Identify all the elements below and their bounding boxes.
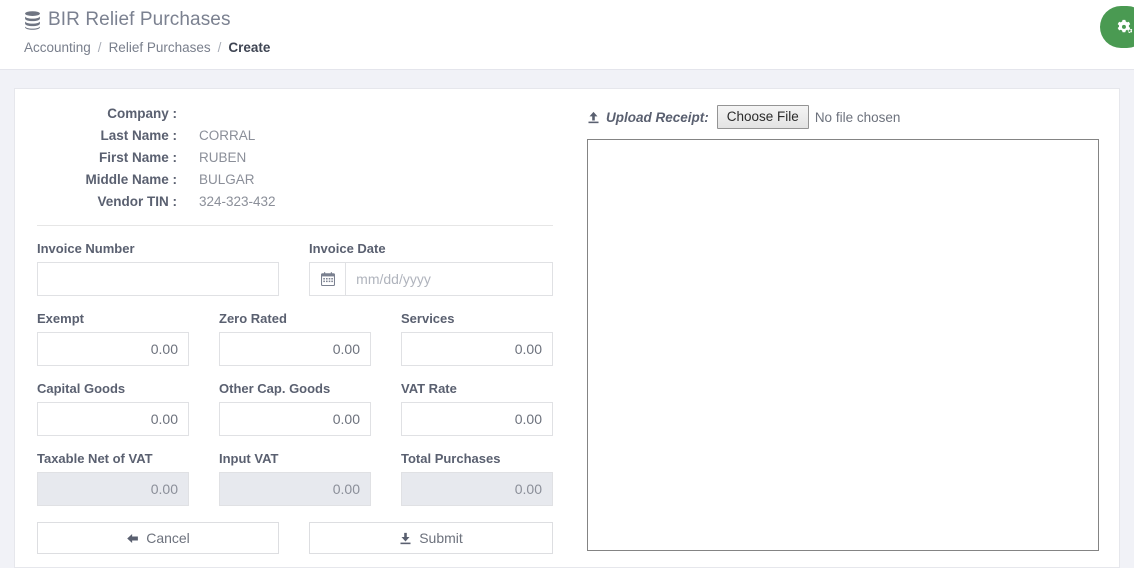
invoice-number-label: Invoice Number [37, 241, 135, 256]
vat-rate-label: VAT Rate [401, 381, 457, 396]
other-cap-goods-field: Other Cap. Goods [219, 381, 371, 436]
total-purchases-input [401, 472, 553, 506]
services-label: Services [401, 311, 455, 326]
vendor-middle-name-label: Middle Name : [85, 172, 177, 187]
invoice-number-field: Invoice Number [37, 241, 279, 296]
form-actions: Cancel Submit [37, 522, 567, 554]
vat-rate-input[interactable] [401, 402, 553, 436]
breadcrumb-item-accounting[interactable]: Accounting [24, 40, 91, 55]
file-chosen-status: No file chosen [814, 109, 901, 125]
capital-goods-field: Capital Goods [37, 381, 189, 436]
invoice-date-field: Invoice Date [309, 241, 553, 296]
input-vat-field: Input VAT [219, 451, 371, 506]
page-title: BIR Relief Purchases [48, 9, 231, 30]
upload-icon [588, 111, 599, 123]
zero-rated-input[interactable] [219, 332, 371, 366]
breadcrumb-separator: / [217, 40, 222, 55]
vendor-tin-label: Vendor TIN : [97, 194, 177, 209]
choose-file-button[interactable]: Choose File [716, 105, 809, 129]
zero-rated-field: Zero Rated [219, 311, 371, 366]
vendor-first-name-label: First Name : [98, 150, 177, 165]
database-icon [25, 10, 40, 30]
other-cap-goods-label: Other Cap. Goods [219, 381, 331, 396]
totals-row: Taxable Net of VAT Input VAT Total Purch… [37, 451, 567, 506]
calendar-icon-button[interactable] [309, 262, 346, 296]
download-icon [400, 532, 411, 544]
amounts-row-1: Exempt Zero Rated Services [37, 311, 567, 366]
vendor-info-row: Middle Name : BULGAR [37, 169, 276, 191]
breadcrumb-item-create: Create [228, 40, 271, 55]
breadcrumb: Accounting / Relief Purchases / Create [24, 40, 1134, 55]
taxable-net-of-vat-label: Taxable Net of VAT [37, 451, 153, 466]
zero-rated-label: Zero Rated [219, 311, 287, 326]
vendor-last-name-label: Last Name : [100, 128, 177, 143]
capital-goods-label: Capital Goods [37, 381, 126, 396]
vendor-info-row: Company : [37, 103, 276, 125]
input-vat-input [219, 472, 371, 506]
vendor-company-label: Company : [107, 106, 177, 121]
invoice-row: Invoice Number Invoice Date [37, 241, 567, 296]
exempt-field: Exempt [37, 311, 189, 366]
vendor-middle-name-value: BULGAR [199, 172, 255, 187]
vendor-info-row: Vendor TIN : 324-323-432 [37, 191, 276, 213]
section-divider [37, 225, 553, 226]
invoice-number-input[interactable] [37, 262, 279, 296]
upload-receipt-label: Upload Receipt: [606, 109, 709, 125]
form-left-column: Company : Last Name : CORRAL First Name … [15, 89, 581, 567]
submit-button[interactable]: Submit [309, 522, 553, 554]
cancel-button[interactable]: Cancel [37, 522, 279, 554]
vendor-company-value [177, 103, 276, 125]
invoice-date-label: Invoice Date [309, 241, 386, 256]
services-field: Services [401, 311, 553, 366]
cancel-button-label: Cancel [146, 530, 190, 546]
receipt-preview-box [587, 139, 1099, 551]
other-cap-goods-input[interactable] [219, 402, 371, 436]
page-header: BIR Relief Purchases Accounting / Relief… [0, 0, 1134, 70]
settings-fab-button[interactable] [1100, 6, 1134, 48]
total-purchases-field: Total Purchases [401, 451, 553, 506]
taxable-net-of-vat-field: Taxable Net of VAT [37, 451, 189, 506]
services-input[interactable] [401, 332, 553, 366]
arrow-left-icon [127, 533, 139, 543]
total-purchases-label: Total Purchases [401, 451, 501, 466]
form-right-column: Upload Receipt: Choose File No file chos… [581, 89, 1119, 567]
vendor-info-row: First Name : RUBEN [37, 147, 276, 169]
vendor-tin-value: 324-323-432 [199, 194, 276, 209]
vat-rate-field: VAT Rate [401, 381, 553, 436]
input-vat-label: Input VAT [219, 451, 279, 466]
submit-button-label: Submit [419, 530, 463, 546]
form-card: Company : Last Name : CORRAL First Name … [14, 88, 1120, 568]
exempt-label: Exempt [37, 311, 84, 326]
title-row: BIR Relief Purchases [24, 6, 1134, 34]
breadcrumb-item-relief-purchases[interactable]: Relief Purchases [109, 40, 211, 55]
vendor-info-row: Last Name : CORRAL [37, 125, 276, 147]
vendor-last-name-value: CORRAL [199, 128, 256, 143]
exempt-input[interactable] [37, 332, 189, 366]
upload-receipt-row: Upload Receipt: Choose File No file chos… [585, 103, 1107, 131]
amounts-row-2: Capital Goods Other Cap. Goods VAT Rate [37, 381, 567, 436]
breadcrumb-separator: / [97, 40, 102, 55]
taxable-net-of-vat-input [37, 472, 189, 506]
vendor-first-name-value: RUBEN [199, 150, 247, 165]
calendar-icon [320, 272, 335, 286]
invoice-date-input[interactable] [345, 262, 553, 296]
gears-icon [1117, 19, 1132, 33]
vendor-info-table: Company : Last Name : CORRAL First Name … [37, 103, 276, 213]
capital-goods-input[interactable] [37, 402, 189, 436]
